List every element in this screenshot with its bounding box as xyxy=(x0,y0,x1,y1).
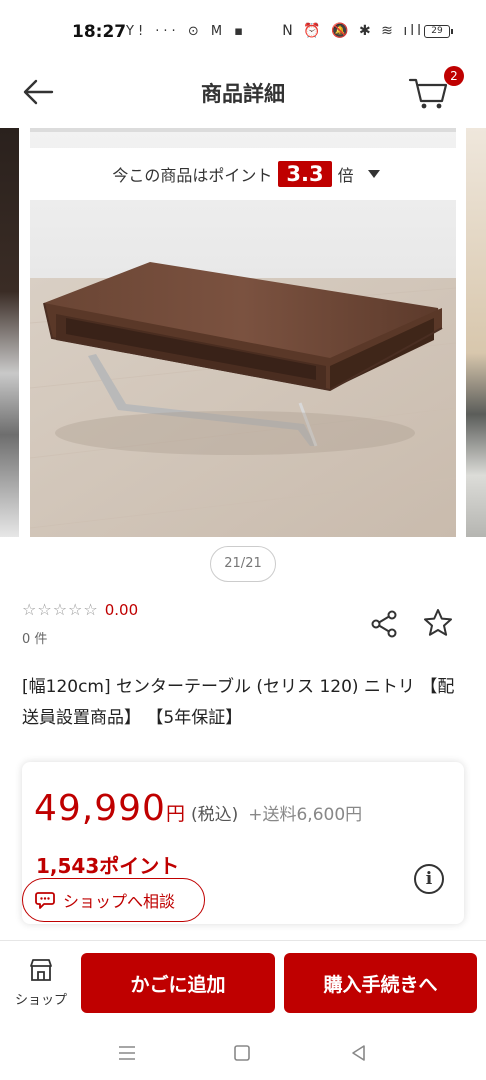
bottom-action-bar: ショップ かごに追加 購入手続きへ xyxy=(0,940,486,1026)
chat-bubble-icon xyxy=(35,892,55,909)
rating-stars-icon: ☆☆☆☆☆ xyxy=(22,600,99,619)
point-amount: 1,543ポイント xyxy=(36,854,180,878)
back-nav-button[interactable] xyxy=(346,1040,372,1066)
star-icon xyxy=(424,609,452,636)
price-row: 49,990 円 (税込) +送料6,600円 xyxy=(34,788,362,829)
triangle-back-icon xyxy=(352,1045,365,1061)
app-header: 商品詳細 2 xyxy=(0,64,486,120)
price-unit: 円 xyxy=(165,803,185,825)
points-rate-badge: 3.3 xyxy=(278,161,332,187)
price-value: 49,990 xyxy=(34,788,166,829)
product-title: [幅120cm] センターテーブル (セリス 120) ニトリ 【配送員設置商品… xyxy=(22,677,455,728)
menu-lines-icon xyxy=(119,1046,135,1060)
notification-icons: Y! ··· ⊙ M ▪ xyxy=(126,24,247,39)
shop-icon xyxy=(30,959,52,981)
home-button[interactable] xyxy=(229,1040,255,1066)
cart-count-badge: 2 xyxy=(444,66,464,86)
previous-slide-peek[interactable] xyxy=(0,128,19,537)
share-icon xyxy=(371,610,397,638)
recents-button[interactable] xyxy=(114,1040,140,1066)
image-counter: 21/21 xyxy=(210,546,276,582)
rating-row[interactable]: ☆☆☆☆☆ 0.00 xyxy=(22,600,138,619)
shop-label: ショップ xyxy=(14,993,67,1008)
add-to-cart-button[interactable]: かごに追加 xyxy=(81,953,275,1013)
tax-label: (税込) xyxy=(190,805,239,825)
favorite-button[interactable] xyxy=(422,607,454,639)
consult-label: ショップへ相談 xyxy=(63,892,176,911)
points-suffix: 倍 xyxy=(337,166,354,185)
battery-icon: 29 xyxy=(424,25,453,38)
review-count[interactable]: 0 件 xyxy=(22,628,47,647)
rating-value: 0.00 xyxy=(104,600,139,619)
shipping-fee: +送料6,600円 xyxy=(248,805,363,825)
share-button[interactable] xyxy=(368,608,400,640)
purchase-button[interactable]: 購入手続きへ xyxy=(284,953,477,1013)
shop-button[interactable]: ショップ xyxy=(8,957,74,1013)
square-icon xyxy=(234,1045,250,1061)
system-icons: N ⏰ 🔕 ✱ ≋ ıll xyxy=(282,23,424,39)
shop-consult-button[interactable]: ショップへ相談 xyxy=(22,878,205,922)
status-bar: 18:27 Y! ··· ⊙ M ▪ N ⏰ 🔕 ✱ ≋ ıll 29 xyxy=(0,0,486,64)
points-campaign-banner[interactable]: 今この商品はポイント 3.3 倍 xyxy=(28,148,464,200)
points-prefix: 今この商品はポイント xyxy=(112,166,273,185)
system-nav-bar xyxy=(0,1026,486,1080)
chevron-down-icon[interactable] xyxy=(367,170,380,178)
status-time: 18:27 xyxy=(72,22,127,42)
next-slide-peek[interactable] xyxy=(466,128,486,537)
info-icon[interactable]: i xyxy=(414,864,444,894)
